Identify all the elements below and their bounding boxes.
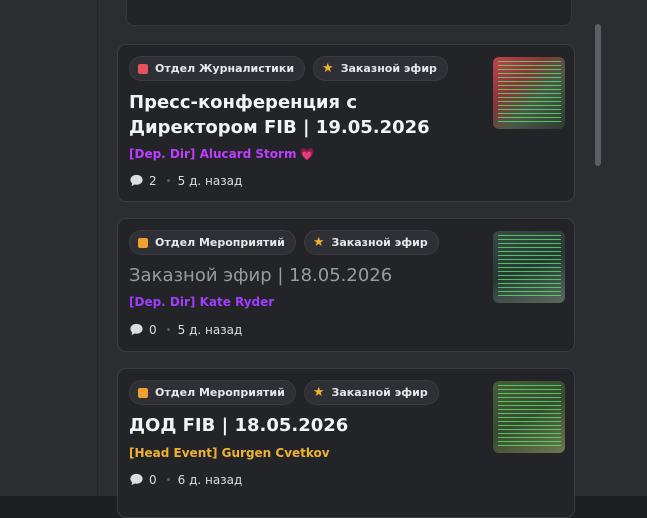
- post-author: [Head Event] Gurgen Cvetkov: [129, 445, 330, 461]
- tag-department[interactable]: Отдел Мероприятий: [129, 380, 296, 405]
- tag-ordered-broadcast[interactable]: ★ Заказной эфир: [313, 56, 448, 81]
- heart-emoji: 💗: [299, 147, 315, 161]
- post-time: 6 д. назад: [177, 472, 243, 487]
- thumbnail-image: [498, 385, 561, 449]
- chat-bubble-icon: [130, 473, 143, 486]
- tag-label: Заказной эфир: [331, 386, 428, 399]
- left-pane: [0, 0, 98, 496]
- post-time: 5 д. назад: [177, 322, 243, 337]
- star-icon: ★: [322, 61, 334, 76]
- post-tags: Отдел Журналистики ★ Заказной эфир: [129, 56, 448, 81]
- tag-label: Отдел Мероприятий: [155, 386, 285, 399]
- thumbnail-image: [498, 235, 561, 299]
- post-thumbnail[interactable]: [493, 57, 565, 129]
- separator-dot: [166, 478, 170, 481]
- tag-label: Отдел Журналистики: [155, 62, 295, 75]
- tag-department[interactable]: Отдел Журналистики: [129, 56, 306, 81]
- post-meta: 2 5 д. назад: [129, 173, 242, 188]
- separator-dot: [166, 179, 170, 182]
- tag-ordered-broadcast[interactable]: ★ Заказной эфир: [303, 230, 439, 255]
- post-author: [Dep. Dir] Alucard Storm 💗: [129, 146, 314, 162]
- tag-label: Заказной эфир: [331, 236, 428, 249]
- chat-bubble-icon: [130, 323, 143, 336]
- author-name: [Dep. Dir] Kate Ryder: [129, 295, 275, 309]
- post-title[interactable]: Пресс-конференция с Директором FIB | 19.…: [129, 90, 469, 140]
- star-icon: ★: [312, 235, 325, 250]
- orange-square-icon: [138, 387, 148, 398]
- tag-label: Отдел Мероприятий: [155, 236, 285, 249]
- tag-ordered-broadcast[interactable]: ★ Заказной эфир: [303, 380, 439, 405]
- post-thumbnail[interactable]: [493, 231, 565, 303]
- separator-dot: [166, 328, 170, 331]
- author-name: [Head Event] Gurgen Cvetkov: [129, 446, 330, 460]
- post-thumbnail[interactable]: [493, 381, 565, 453]
- chat-bubble-icon: [130, 174, 143, 187]
- post-author: [Dep. Dir] Kate Ryder: [129, 294, 274, 310]
- reply-count: 0: [149, 322, 157, 337]
- forum-post-card[interactable]: Отдел Журналистики ★ Заказной эфир Пресс…: [117, 44, 575, 202]
- forum-post-card[interactable]: Отдел Мероприятий ★ Заказной эфир Заказн…: [117, 218, 575, 352]
- scrollbar-thumb[interactable]: [595, 24, 601, 166]
- orange-square-icon: [138, 237, 148, 248]
- reply-count: 2: [149, 173, 157, 188]
- post-tags: Отдел Мероприятий ★ Заказной эфир: [129, 230, 439, 255]
- author-name: [Dep. Dir] Alucard Storm: [129, 147, 297, 161]
- scrollbar[interactable]: [593, 24, 603, 496]
- post-title[interactable]: Заказной эфир | 18.05.2026: [129, 263, 469, 288]
- post-tags: Отдел Мероприятий ★ Заказной эфир: [129, 380, 439, 405]
- post-meta: 0 5 д. назад: [129, 322, 242, 337]
- right-pane: [608, 0, 647, 496]
- tag-label: Заказной эфир: [340, 62, 437, 75]
- star-icon: ★: [312, 385, 325, 400]
- post-meta: 0 6 д. назад: [129, 472, 242, 487]
- red-square-icon: [138, 63, 148, 74]
- thumbnail-image: [498, 61, 561, 125]
- post-title[interactable]: ДОД FIB | 18.05.2026: [129, 413, 469, 438]
- tag-department[interactable]: Отдел Мероприятий: [129, 230, 296, 255]
- previous-post-card[interactable]: [126, 0, 572, 26]
- post-time: 5 д. назад: [177, 173, 243, 188]
- reply-count: 0: [149, 472, 157, 487]
